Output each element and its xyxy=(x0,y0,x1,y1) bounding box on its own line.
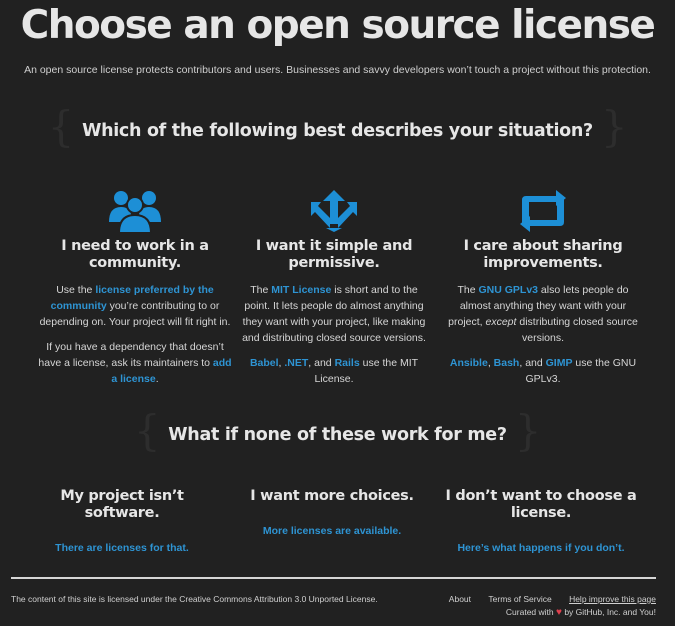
footer-divider xyxy=(11,577,656,579)
text-segment: Curated with xyxy=(505,607,556,617)
none-heading: { What if none of these work for me?} xyxy=(0,406,675,459)
choice-sharing-title: I care about sharing improvements. xyxy=(463,238,623,271)
cc-license-link[interactable]: Creative Commons Attribution 3.0 Unporte… xyxy=(179,594,375,604)
choice-community-title: I need to work in a community. xyxy=(61,238,209,271)
non-software-licenses-link[interactable]: There are licenses for that. xyxy=(22,542,222,554)
choice-simple: I want it simple and permissive. The MIT… xyxy=(236,188,432,396)
more-licenses-link[interactable]: More licenses are available. xyxy=(232,525,432,537)
gimp-link[interactable]: GIMP xyxy=(546,357,573,369)
rails-link[interactable]: Rails xyxy=(335,357,360,369)
option-not-software-title: My project isn’t software. xyxy=(60,488,184,521)
choice-community: I need to work in a community. Use the l… xyxy=(37,188,233,396)
gpl-license-link[interactable]: GNU GPLv3 xyxy=(479,284,539,296)
text-segment: , and xyxy=(519,357,546,369)
choice-community-dependency-text: If you have a dependency that doesn’t ha… xyxy=(37,339,233,387)
tagline: An open source license protects contribu… xyxy=(24,64,651,76)
text-segment: . xyxy=(155,373,159,385)
community-users-icon xyxy=(109,191,161,234)
bash-link[interactable]: Bash xyxy=(494,357,520,369)
choice-sharing-examples: Ansible, Bash, and GIMP use the GNU GPLv… xyxy=(445,355,641,387)
choice-simple-title: I want it simple and permissive. xyxy=(255,238,413,271)
brace-close-icon: } xyxy=(600,102,628,151)
situation-heading-text: Which of the following best describes yo… xyxy=(82,120,593,141)
option-not-software: My project isn’t software. There are lic… xyxy=(22,488,222,554)
choice-community-text: Use the license preferred by the communi… xyxy=(37,282,233,330)
text-segment: distributing closed source versions. xyxy=(516,316,638,344)
brace-open-icon: { xyxy=(47,102,75,151)
choice-sharing-text: The GNU GPLv3 also lets people do almost… xyxy=(445,282,641,346)
footer-nav: About Terms of Service Help improve this… xyxy=(434,594,656,604)
split-arrows-icon xyxy=(311,190,357,232)
no-license-link[interactable]: Here’s what happens if you don’t. xyxy=(441,542,641,554)
ansible-link[interactable]: Ansible xyxy=(450,357,488,369)
terms-link[interactable]: Terms of Service xyxy=(488,594,551,604)
mit-license-link[interactable]: MIT License xyxy=(271,284,331,296)
site-title: Choose an open source license xyxy=(20,3,656,48)
option-more-choices: I want more choices. More licenses are a… xyxy=(232,488,432,537)
brace-open-icon: { xyxy=(133,406,161,455)
dotnet-link[interactable]: .NET xyxy=(284,357,308,369)
text-segment: The content of this site is licensed und… xyxy=(11,594,180,604)
situation-heading: { Which of the following best describes y… xyxy=(0,102,675,155)
text-segment: The xyxy=(457,284,479,296)
none-heading-text: What if none of these work for me? xyxy=(168,424,507,445)
text-segment: . xyxy=(375,594,378,604)
emphasis-text: except xyxy=(485,316,517,328)
text-segment: The xyxy=(250,284,272,296)
heart-icon: ♥ xyxy=(556,607,562,618)
babel-link[interactable]: Babel xyxy=(250,357,279,369)
text-segment: If you have a dependency that doesn’t ha… xyxy=(38,341,224,369)
option-no-license-title: I don’t want to choose a license. xyxy=(445,488,637,521)
option-no-license: I don’t want to choose a license. Here’s… xyxy=(441,488,641,554)
brace-close-icon: } xyxy=(514,406,542,455)
text-segment: , and xyxy=(308,357,335,369)
repeat-arrows-icon xyxy=(520,190,566,232)
github-link[interactable]: by GitHub, Inc. and You! xyxy=(564,607,656,617)
text-segment: Use the xyxy=(56,284,96,296)
choice-simple-text: The MIT License is short and to the poin… xyxy=(236,282,432,346)
curated-credit: Curated with ♥ by GitHub, Inc. and You! xyxy=(506,607,656,618)
about-link[interactable]: About xyxy=(449,594,471,604)
option-more-choices-title: I want more choices. xyxy=(250,488,414,504)
choice-sharing: I care about sharing improvements. The G… xyxy=(445,188,641,396)
footer-license-notice: The content of this site is licensed und… xyxy=(11,594,378,604)
help-improve-link[interactable]: Help improve this page xyxy=(569,594,656,604)
choice-simple-examples: Babel, .NET, and Rails use the MIT Licen… xyxy=(236,355,432,387)
